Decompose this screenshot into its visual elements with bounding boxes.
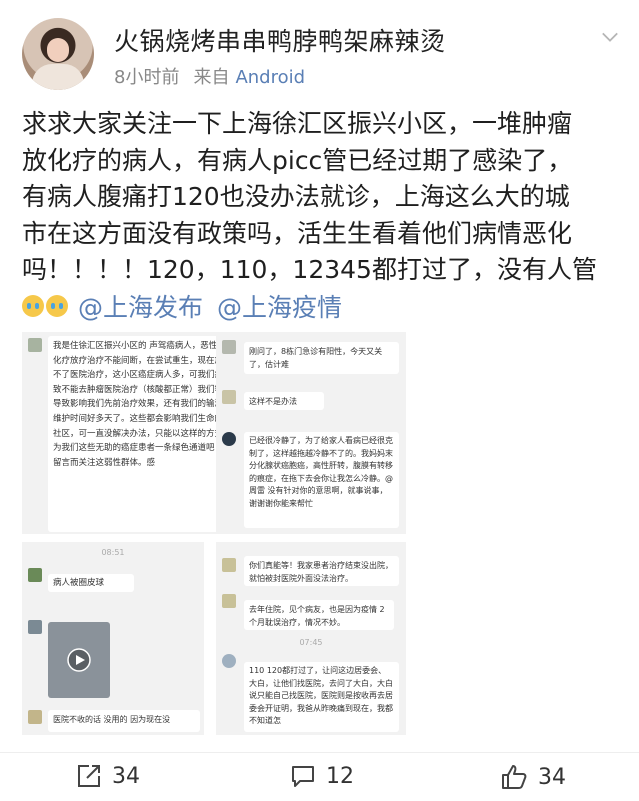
chat-bubble: 这样不是办法 xyxy=(244,392,324,410)
repost-button[interactable]: 34 xyxy=(76,763,140,789)
comment-count: 12 xyxy=(326,763,354,789)
chat-avatar xyxy=(222,654,236,668)
post-line: 吗！！！！120，110，12345都打过了，没有人管 xyxy=(22,255,597,284)
username[interactable]: 火锅烧烤串串鸭脖鸭架麻辣烫 xyxy=(114,22,446,58)
mention-link[interactable]: @上海发布 xyxy=(78,288,203,324)
chat-bubble: 你们真能等！我家患者治疗结束没出院，就怕被封医院外面没法治疗。 xyxy=(244,556,399,586)
chat-avatar xyxy=(222,594,236,608)
chat-time: 08:51 xyxy=(101,548,125,557)
video-thumbnail[interactable] xyxy=(48,622,110,698)
mention-link[interactable]: @上海疫情 xyxy=(217,288,342,324)
post-header: 火锅烧烤串串鸭脖鸭架麻辣烫 8小时前 来自 Android xyxy=(0,0,639,112)
chat-avatar xyxy=(28,568,42,582)
repost-icon xyxy=(78,765,100,787)
crying-emoji-icon xyxy=(22,295,44,317)
post-line: 市在这方面没有政策吗，活生生看着他们病情恶化 xyxy=(22,218,573,248)
chat-time: 07:45 xyxy=(299,638,323,647)
mention-row: @上海发布 @上海疫情 xyxy=(22,288,342,324)
crying-emoji-icon xyxy=(46,295,68,317)
image-thumbnail-4[interactable]: 你们真能等！我家患者治疗结束没出院，就怕被封医院外面没法治疗。 去年住院，见个病… xyxy=(216,542,406,735)
like-count: 34 xyxy=(538,764,566,790)
play-icon xyxy=(67,648,91,672)
image-thumbnail-3[interactable]: 08:51 病人被圈皮球 医院不收的话 没用的 因为现在没 xyxy=(22,542,204,735)
post-line: 放化疗的病人，有病人picc管已经过期了感染了， xyxy=(22,145,573,175)
post-meta: 8小时前 来自 Android xyxy=(114,63,305,89)
comment-icon xyxy=(292,766,314,787)
post-line: 有病人腹痛打120也没办法就诊，上海这么大的城 xyxy=(22,182,570,211)
chevron-down-icon[interactable] xyxy=(601,28,619,46)
from-label: 来自 xyxy=(193,67,230,88)
action-bar: 34 12 34 xyxy=(0,752,639,801)
comment-button[interactable]: 12 xyxy=(290,763,354,789)
chat-avatar xyxy=(28,338,42,352)
chat-bubble: 110 120都打过了，让问这边居委会、大白，让他们找医院，去问了大白，大白说只… xyxy=(244,662,399,732)
chat-bubble: 刚问了，8栋门急诊有阳性，今天又关了，估计难 xyxy=(244,342,399,374)
chat-avatar xyxy=(222,340,236,354)
repost-count: 34 xyxy=(112,763,140,789)
post-line: 求求大家关注一下上海徐汇区振兴小区，一堆肿瘤 xyxy=(22,109,573,138)
source-link[interactable]: Android xyxy=(235,67,305,88)
chat-bubble: 医院不收的话 没用的 因为现在没 xyxy=(48,710,200,732)
image-thumbnail-2[interactable]: 刚问了，8栋门急诊有阳性，今天又关了，估计难 这样不是办法 已经很冷静了，为了给… xyxy=(216,332,406,534)
thumbs-up-icon xyxy=(502,765,527,789)
chat-avatar xyxy=(28,620,42,634)
chat-avatar xyxy=(222,558,236,572)
chat-bubble: 去年住院，见个病友，也是因为疫情 2个月耽误治疗，情况不妙。 xyxy=(244,600,394,630)
chat-avatar xyxy=(222,390,236,404)
chat-avatar xyxy=(222,432,236,446)
like-button[interactable]: 34 xyxy=(500,763,566,791)
post-text: 求求大家关注一下上海徐汇区振兴小区，一堆肿瘤 放化疗的病人，有病人picc管已经… xyxy=(22,106,622,289)
chat-avatar xyxy=(28,710,42,724)
chat-bubble: 已经很冷静了，为了给家人看病已经很克制了，这样越拖越冷静不了的。我妈妈末分化腺状… xyxy=(244,432,399,528)
chat-bubble: 病人被圈皮球 xyxy=(48,574,134,592)
user-avatar[interactable] xyxy=(22,18,94,90)
post-time: 8小时前 xyxy=(114,67,180,88)
